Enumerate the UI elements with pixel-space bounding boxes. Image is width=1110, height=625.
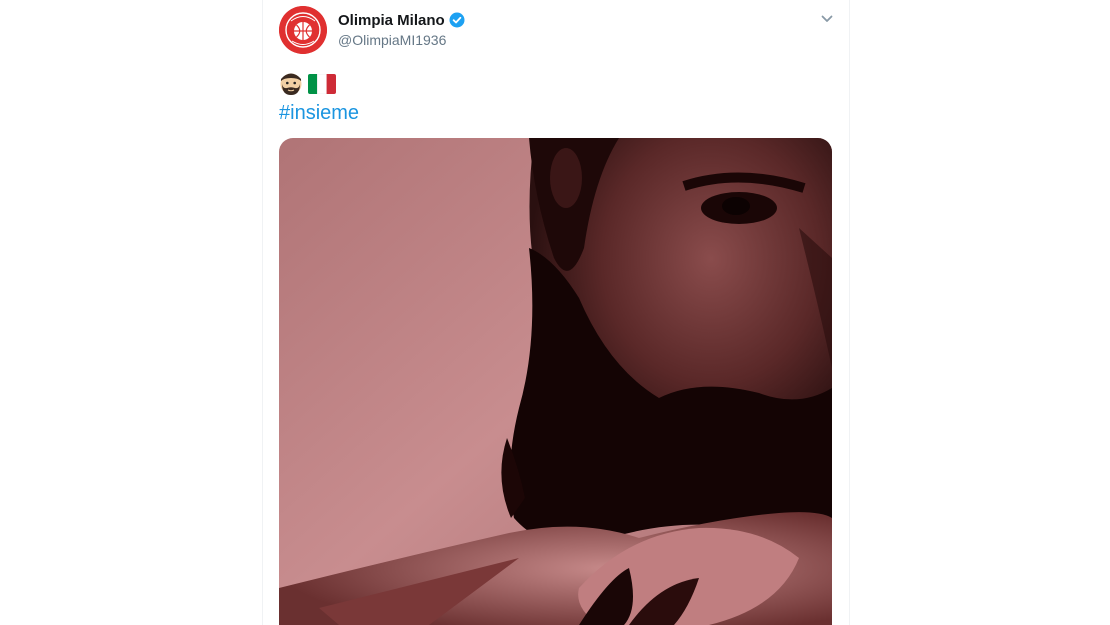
page: Olimpia Milano @OlimpiaMI1936 #insieme: [0, 0, 1110, 625]
tweet-header: Olimpia Milano @OlimpiaMI1936: [338, 9, 465, 48]
italy-flag-emoji-icon: [308, 74, 336, 94]
display-name[interactable]: Olimpia Milano: [338, 12, 445, 29]
tweet-card: Olimpia Milano @OlimpiaMI1936 #insieme: [262, 0, 850, 625]
verified-icon: [449, 12, 465, 28]
emoji-row: [279, 70, 359, 98]
hashtag-link[interactable]: #insieme: [279, 102, 359, 125]
chevron-down-icon: [821, 15, 833, 22]
user-handle[interactable]: @OlimpiaMI1936: [338, 32, 465, 48]
tweet-body: #insieme: [279, 70, 359, 125]
tweet-photo[interactable]: [279, 138, 832, 625]
photo-bearded-man-icon: [279, 138, 832, 625]
name-row: Olimpia Milano: [338, 9, 465, 31]
tweet-menu-button[interactable]: [819, 11, 835, 27]
olimpia-milano-logo-icon: [279, 6, 327, 54]
bearded-man-emoji-icon: [280, 73, 302, 95]
avatar[interactable]: [279, 6, 327, 54]
